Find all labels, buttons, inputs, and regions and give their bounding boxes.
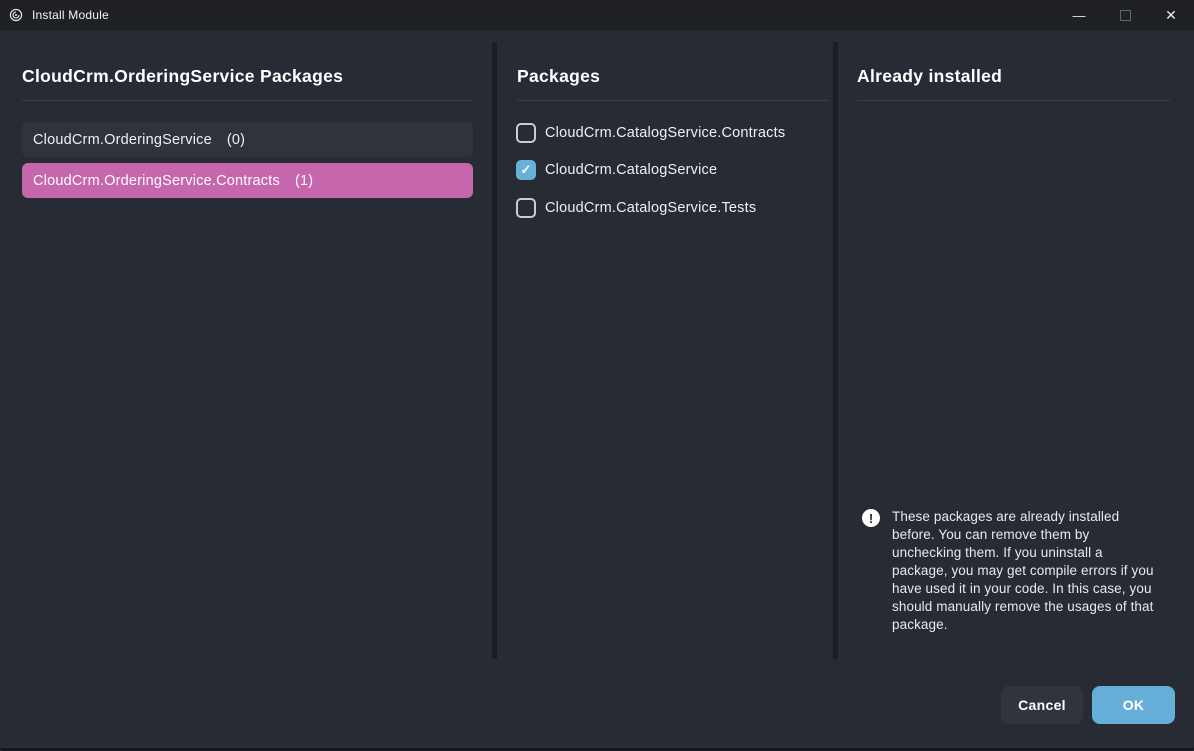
titlebar: Install Module — ✕ bbox=[0, 0, 1194, 30]
package-row-catalogservice-contracts[interactable]: ✓ CloudCrm.CatalogService.Contracts bbox=[516, 121, 785, 145]
ok-button[interactable]: OK bbox=[1092, 686, 1175, 724]
checkbox-unchecked[interactable]: ✓ bbox=[516, 123, 536, 143]
cancel-button[interactable]: Cancel bbox=[1001, 686, 1083, 724]
maximize-icon bbox=[1120, 10, 1131, 21]
close-icon: ✕ bbox=[1165, 7, 1177, 24]
packages-header-divider bbox=[517, 100, 828, 101]
package-row-catalogservice[interactable]: ✓ CloudCrm.CatalogService bbox=[516, 158, 717, 182]
installed-note-text: These packages are already installed bef… bbox=[892, 508, 1162, 634]
maximize-button[interactable] bbox=[1102, 0, 1148, 30]
module-item-orderingservice[interactable]: CloudCrm.OrderingService (0) bbox=[22, 122, 473, 157]
module-item-orderingservice-contracts[interactable]: CloudCrm.OrderingService.Contracts (1) bbox=[22, 163, 473, 198]
info-icon: ! bbox=[862, 509, 880, 527]
module-name: CloudCrm.OrderingService.Contracts bbox=[33, 173, 280, 189]
left-panel-header: CloudCrm.OrderingService Packages bbox=[22, 66, 343, 87]
package-label: CloudCrm.CatalogService.Contracts bbox=[545, 125, 785, 141]
installed-panel-header: Already installed bbox=[857, 66, 1002, 87]
left-header-divider bbox=[22, 100, 473, 101]
packages-panel-header: Packages bbox=[517, 66, 600, 87]
installed-header-divider bbox=[857, 100, 1170, 101]
minimize-icon: — bbox=[1073, 8, 1086, 23]
app-logo-icon bbox=[9, 8, 23, 22]
install-module-window: Install Module — ✕ CloudCrm.OrderingServ… bbox=[0, 0, 1194, 751]
checkbox-unchecked[interactable]: ✓ bbox=[516, 198, 536, 218]
titlebar-buttons: — ✕ bbox=[1056, 0, 1194, 30]
module-package-count: (0) bbox=[227, 132, 245, 148]
module-name: CloudCrm.OrderingService bbox=[33, 132, 212, 148]
package-label: CloudCrm.CatalogService bbox=[545, 162, 717, 178]
package-label: CloudCrm.CatalogService.Tests bbox=[545, 200, 756, 216]
panel-divider bbox=[492, 42, 497, 659]
close-button[interactable]: ✕ bbox=[1148, 0, 1194, 30]
panel-divider bbox=[833, 42, 838, 659]
checkbox-checked[interactable]: ✓ bbox=[516, 160, 536, 180]
module-package-count: (1) bbox=[295, 173, 313, 189]
window-title: Install Module bbox=[32, 8, 109, 22]
package-row-catalogservice-tests[interactable]: ✓ CloudCrm.CatalogService.Tests bbox=[516, 196, 756, 220]
minimize-button[interactable]: — bbox=[1056, 0, 1102, 30]
